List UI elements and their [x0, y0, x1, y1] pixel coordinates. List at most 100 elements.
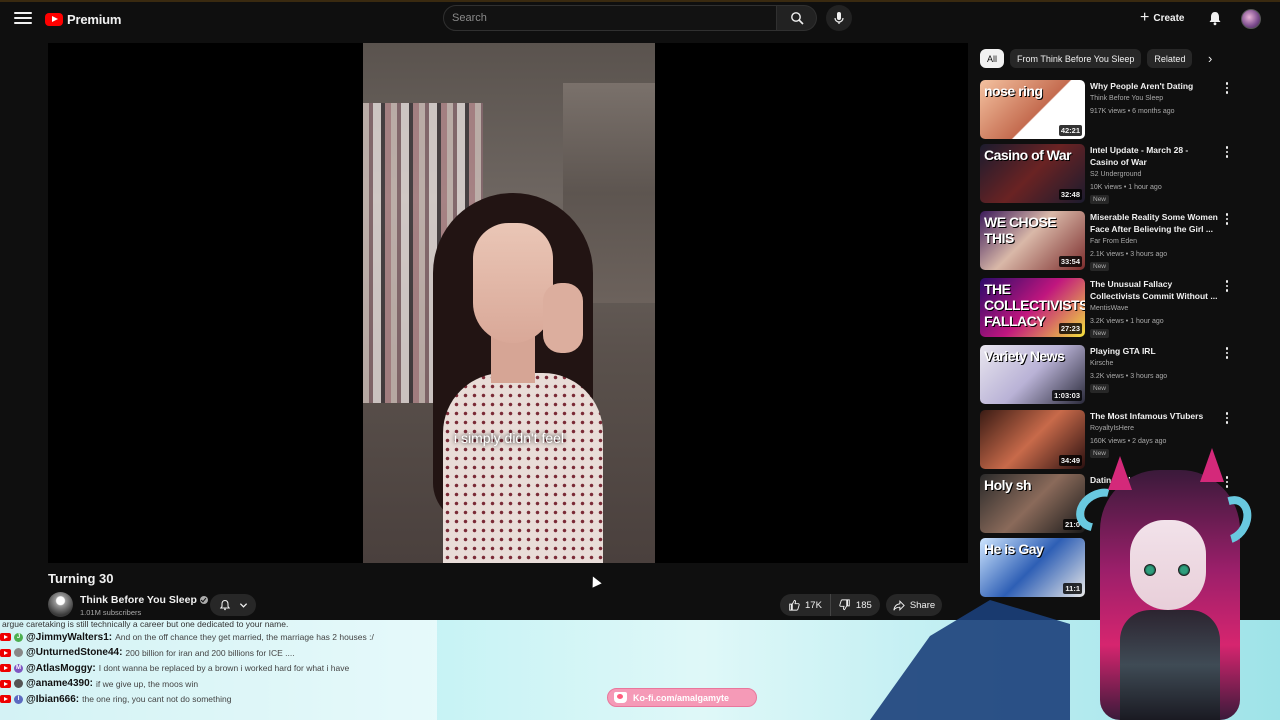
chat-avatar [14, 679, 23, 688]
thumbnail-text: Holy sh [984, 477, 1032, 493]
chat-message: M @AtlasMoggy: I dont wanna be replaced by… [0, 662, 349, 674]
account-avatar[interactable] [1241, 9, 1261, 29]
recommended-video[interactable]: THE COLLECTIVISTS FALLACY 27:23 The Unusua… [980, 278, 1230, 340]
more-options-icon[interactable] [1225, 412, 1229, 424]
search-field[interactable] [443, 5, 777, 31]
chat-previous-line: argue caretaking is still technically a … [2, 619, 289, 629]
chat-username: @AtlasMoggy: [26, 662, 96, 674]
thumbnail-text: Casino of War [984, 147, 1072, 163]
youtube-premium-logo[interactable]: Premium [45, 10, 121, 28]
duration-badge: 11:1 [1063, 583, 1082, 594]
recommended-channel[interactable]: Kirsche [1090, 358, 1218, 371]
search-icon [790, 12, 804, 25]
recommended-video[interactable]: nose ring 42:21 Why People Aren't Dating Th… [980, 80, 1230, 142]
recommended-meta: 2.1K views • 3 hours ago [1090, 250, 1168, 258]
chip-related[interactable]: Related [1147, 49, 1193, 68]
share-arrow-icon [893, 599, 905, 611]
chat-avatar [14, 648, 23, 657]
subscription-notifications-button[interactable] [210, 594, 256, 616]
recommended-channel[interactable]: Think Before You Sleep [1090, 93, 1218, 106]
notifications-bell-icon[interactable] [1207, 10, 1223, 26]
chat-username: @UnturnedStone44: [26, 647, 123, 658]
chat-username: @Ibian666: [26, 693, 80, 705]
search-button[interactable] [777, 5, 817, 31]
create-button[interactable]: + Create [1140, 8, 1184, 28]
person-hand [543, 283, 583, 353]
new-badge: New [1090, 195, 1110, 204]
recommended-title[interactable]: The Unusual Fallacy Collectivists Commit… [1090, 278, 1218, 302]
chip-all[interactable]: All [980, 49, 1005, 68]
badge-row: New [1090, 261, 1218, 274]
video-thumbnail[interactable]: Casino of War 32:48 [980, 144, 1085, 203]
bell-icon [219, 599, 230, 611]
channel-name[interactable]: Think Before You Sleep [80, 594, 208, 606]
video-thumbnail[interactable]: 34:49 [980, 410, 1085, 469]
more-options-icon[interactable] [1225, 213, 1229, 225]
like-button[interactable]: 17K [780, 594, 830, 616]
duration-badge: 42:21 [1058, 125, 1082, 136]
badge-row: New [1090, 194, 1218, 207]
vtuber-right-ear [1200, 448, 1224, 482]
recommended-video[interactable]: Variety News 1:03:03 Playing GTA IRL Kirsch… [980, 345, 1230, 407]
video-thumbnail[interactable]: Holy sh 21:0 [980, 474, 1085, 533]
recommended-title[interactable]: Intel Update - March 28 - Casino of War [1090, 144, 1218, 168]
new-badge: New [1090, 329, 1110, 338]
channel-avatar[interactable] [48, 592, 73, 617]
recommended-title[interactable]: Miserable Reality Some Women Face After … [1090, 211, 1218, 235]
recommended-channel[interactable]: RoyaltyIsHere [1090, 423, 1218, 436]
thumbnail-text: He is Gay [984, 541, 1044, 557]
video-thumbnail[interactable]: nose ring 42:21 [980, 80, 1085, 139]
recommended-title[interactable]: The Most Infamous VTubers [1090, 410, 1218, 422]
share-button[interactable]: Share [886, 594, 942, 616]
recommended-video[interactable]: Casino of War 32:48 Intel Update - March 2… [980, 144, 1230, 206]
recommended-video[interactable]: WE CHOSE THIS 33:54 Miserable Reality Some… [980, 211, 1230, 273]
recommended-channel[interactable]: Far From Eden [1090, 236, 1218, 249]
chat-username: @aname4390: [26, 678, 94, 689]
youtube-icon [0, 664, 11, 672]
thumbnail-text: WE CHOSE THIS [984, 214, 1057, 246]
person-face [473, 223, 553, 343]
kofi-cup-icon [614, 692, 627, 703]
recommended-channel[interactable]: MentisWave [1090, 303, 1218, 316]
more-options-icon[interactable] [1225, 476, 1229, 488]
more-options-icon[interactable] [1225, 347, 1229, 359]
like-dislike-group: 17K 185 [780, 594, 880, 616]
badge-row: New [1090, 328, 1218, 341]
recommended-title[interactable]: Playing GTA IRL [1090, 345, 1218, 357]
vtuber-body [1120, 610, 1220, 720]
chat-message: @UnturnedStone44: 200 billion for iran an… [0, 647, 295, 659]
thumbs-down-icon [839, 599, 850, 611]
thumbnail-text: THE COLLECTIVISTS FALLACY [984, 281, 1085, 329]
duration-badge: 33:54 [1058, 256, 1082, 267]
video-frame[interactable] [363, 43, 655, 563]
channel-name-text: Think Before You Sleep [80, 594, 197, 606]
chat-avatar: I [14, 694, 23, 704]
vtuber-right-eye [1178, 564, 1190, 576]
video-thumbnail[interactable]: He is Gay 11:1 [980, 538, 1085, 597]
more-options-icon[interactable] [1225, 280, 1229, 292]
more-options-icon[interactable] [1225, 146, 1229, 158]
video-thumbnail[interactable]: WE CHOSE THIS 33:54 [980, 211, 1085, 270]
chevron-right-icon[interactable]: › [1208, 51, 1212, 66]
voice-search-button[interactable] [826, 5, 852, 31]
recommended-video[interactable]: 34:49 The Most Infamous VTubers RoyaltyIsH… [980, 410, 1230, 472]
more-options-icon[interactable] [1225, 82, 1229, 94]
recommended-title[interactable]: Why People Aren't Dating [1090, 80, 1218, 92]
chevron-down-icon [239, 602, 247, 608]
search-input[interactable] [452, 12, 776, 24]
chat-message: J @JimmyWalters1: And on the off chance th… [0, 631, 374, 643]
chat-text: if we give up, the moos win [96, 678, 199, 689]
chip-from-channel[interactable]: From Think Before You Sleep [1010, 49, 1142, 68]
menu-icon[interactable] [14, 9, 32, 27]
dislike-button[interactable]: 185 [829, 594, 880, 616]
duration-badge: 32:48 [1058, 189, 1082, 200]
microphone-icon [834, 12, 844, 24]
recommended-channel[interactable]: S2 Underground [1090, 169, 1218, 182]
youtube-logo-icon [45, 12, 63, 26]
video-subtitle: i simply didn't feel [453, 430, 565, 446]
create-label: Create [1153, 12, 1185, 24]
vtuber-face [1130, 520, 1206, 610]
video-thumbnail[interactable]: Variety News 1:03:03 [980, 345, 1085, 404]
chat-text: And on the off chance they get married, … [115, 632, 374, 642]
video-thumbnail[interactable]: THE COLLECTIVISTS FALLACY 27:23 [980, 278, 1085, 337]
